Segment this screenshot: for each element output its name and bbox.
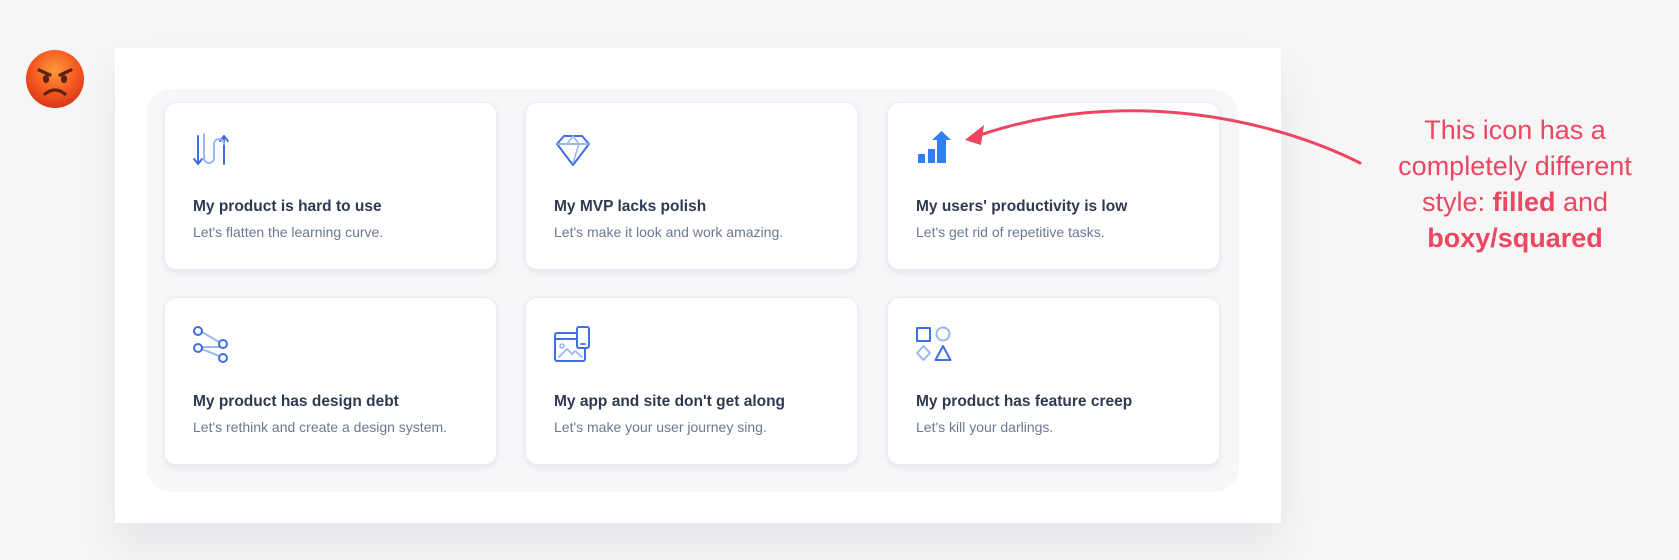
card-app-site[interactable]: My app and site don't get along Let's ma…	[525, 297, 858, 465]
card-description: Let's rethink and create a design system…	[193, 419, 448, 435]
card-description: Let's make your user journey sing.	[554, 419, 767, 435]
card-mvp-polish[interactable]: My MVP lacks polish Let's make it look a…	[525, 102, 858, 270]
card-title: My MVP lacks polish	[554, 198, 707, 215]
diamond-icon	[553, 130, 593, 170]
annotation-bold-boxy: boxy/squared	[1427, 223, 1603, 253]
annotation-bold-filled: filled	[1492, 187, 1556, 217]
annotation-line: boxy/squared	[1360, 220, 1670, 256]
card-title: My users' productivity is low	[916, 198, 1128, 215]
annotation-line: style: filled and	[1360, 184, 1670, 220]
card-title: My product has feature creep	[916, 393, 1133, 410]
card-design-debt[interactable]: My product has design debt Let's rethink…	[164, 297, 497, 465]
annotation-line: This icon has a	[1424, 115, 1606, 145]
card-feature-creep[interactable]: My product has feature creep Let's kill …	[887, 297, 1220, 465]
annotation-and: and	[1555, 187, 1609, 217]
card-description: Let's flatten the learning curve.	[193, 224, 384, 240]
annotation-line: completely different	[1398, 151, 1632, 181]
card-title: My product has design debt	[193, 393, 399, 410]
arrows-swap-icon	[192, 130, 232, 170]
card-description: Let's make it look and work amazing.	[554, 224, 784, 240]
card-hard-to-use[interactable]: My product is hard to use Let's flatten …	[164, 102, 497, 270]
annotation-prefix: style:	[1421, 187, 1493, 217]
card-title: My product is hard to use	[193, 198, 382, 215]
nodes-share-icon	[192, 325, 232, 365]
shapes-icon	[915, 325, 955, 365]
card-title: My app and site don't get along	[554, 393, 786, 410]
angry-face-emoji	[26, 50, 84, 108]
bar-chart-up-arrow-icon	[915, 130, 955, 170]
annotation-arrow	[965, 109, 1362, 165]
card-description: Let's get rid of repetitive tasks.	[916, 224, 1105, 240]
devices-image-icon	[553, 325, 593, 365]
card-description: Let's kill your darlings.	[916, 419, 1054, 435]
annotation-text: This icon has a completely different sty…	[1360, 112, 1670, 256]
